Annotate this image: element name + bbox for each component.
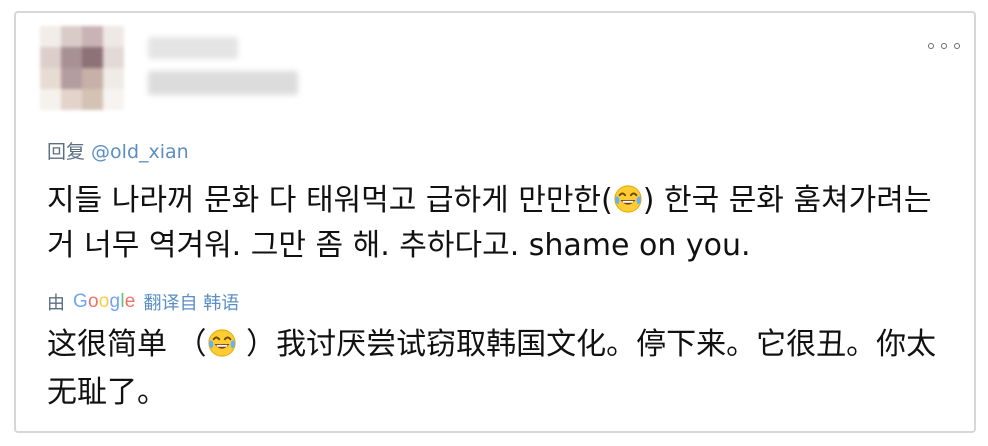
more-dot-icon [941,43,947,49]
face-with-tears-of-joy-icon [207,329,236,357]
google-logo-letter: o [87,291,99,312]
translation-attribution: 由 Google 翻译自 韩语 [47,289,239,315]
google-logo: Google [73,291,136,313]
tweet-text-part: 지들 나라꺼 문화 다 태워먹고 급하게 만만한( [47,183,613,218]
google-logo-letter: G [73,291,88,312]
translated-by-label: 由 [47,293,65,314]
more-options-button[interactable] [928,38,960,54]
google-logo-letter: g [109,291,121,312]
reply-context: 回复 @old_xian [47,137,189,164]
translated-from-link[interactable]: 翻译自 韩语 [144,289,240,315]
google-logo-letter: e [124,291,136,312]
translated-text-part: 这很简单 （ [47,327,207,362]
reply-prefix: 回复 [47,141,92,163]
reply-mention-link[interactable]: @old_xian [91,141,189,163]
display-name-blurred[interactable] [148,37,238,59]
more-dot-icon [954,43,960,49]
avatar[interactable] [40,26,124,110]
more-dot-icon [928,43,934,49]
tweet-card: 回复 @old_xian 지들 나라꺼 문화 다 태워먹고 급하게 만만한( )… [14,11,976,433]
face-with-tears-of-joy-icon [614,185,642,213]
tweet-text: 지들 나라꺼 문화 다 태워먹고 급하게 만만한( ) 한국 문화 훔쳐가려는거… [47,178,947,268]
google-logo-letter: o [98,291,110,312]
translated-text: 这很简单 （ ）我讨厌尝试窃取韩国文化。停下来。它很丑。你太无耻了。 [47,321,947,417]
handle-blurred[interactable] [148,71,298,95]
